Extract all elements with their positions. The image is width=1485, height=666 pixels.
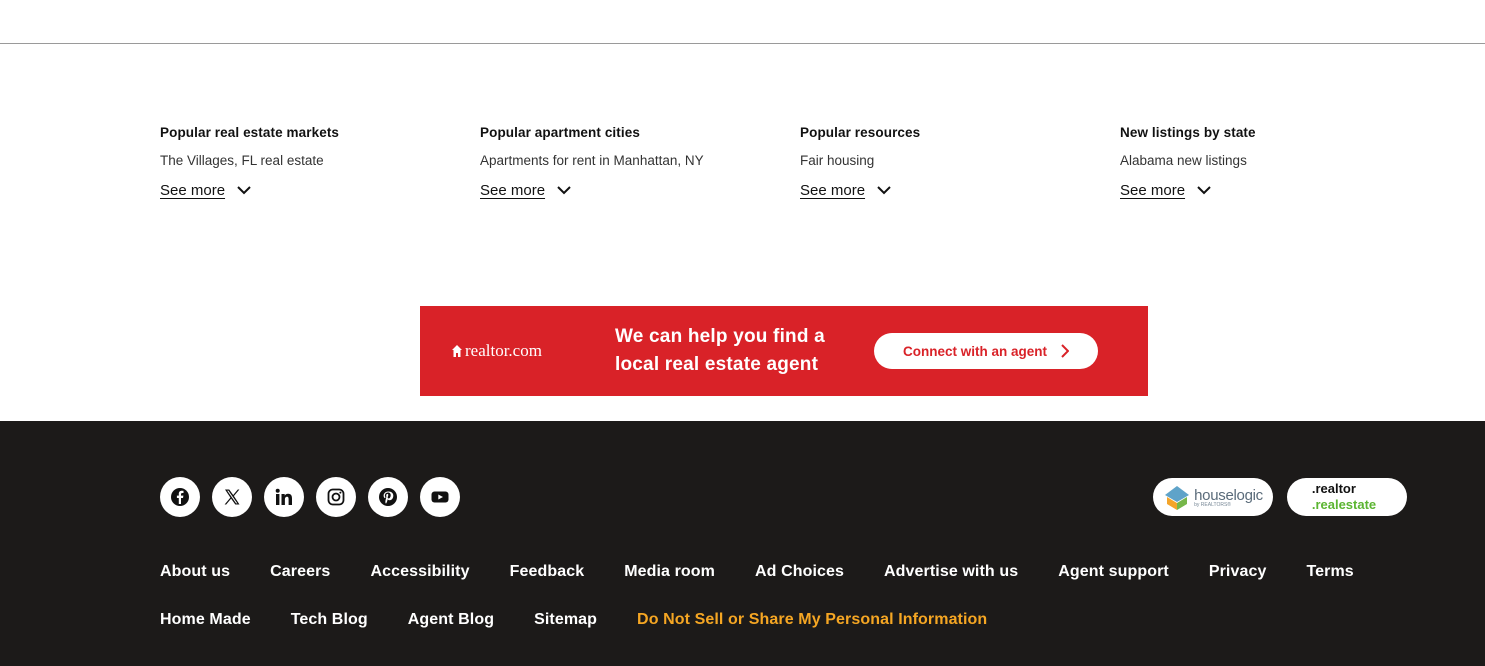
footer-link-careers[interactable]: Careers — [270, 563, 330, 581]
column-link[interactable]: Fair housing — [800, 152, 1120, 170]
house-icon — [452, 345, 462, 357]
footer-link-agent-blog[interactable]: Agent Blog — [408, 611, 494, 629]
pinterest-link[interactable] — [368, 477, 408, 517]
youtube-link[interactable] — [420, 477, 460, 517]
see-more-button[interactable]: See more — [1120, 179, 1440, 201]
footer-link-agent-support[interactable]: Agent support — [1058, 563, 1169, 581]
footer-link-ad-choices[interactable]: Ad Choices — [755, 563, 844, 581]
brand-name: realtor.com — [465, 341, 542, 360]
realtor-realestate-logo: .realtor .realestate — [1312, 481, 1376, 513]
see-more-label: See more — [800, 181, 866, 199]
social-links — [160, 477, 460, 517]
footer-link-accessibility[interactable]: Accessibility — [370, 563, 469, 581]
footer-link-terms[interactable]: Terms — [1306, 563, 1353, 581]
see-more-label: See more — [480, 181, 546, 199]
connect-agent-label: Connect with an agent — [902, 343, 1047, 359]
site-footer: houselogic by REALTORS® .realtor .reales… — [0, 421, 1485, 666]
banner-message-line2: local real estate agent — [615, 354, 819, 375]
footer-link-media-room[interactable]: Media room — [624, 563, 715, 581]
pinterest-icon — [379, 488, 397, 506]
chevron-right-icon — [1061, 344, 1069, 358]
popular-links-section: Popular real estate markets The Villages… — [160, 124, 1440, 214]
facebook-link[interactable] — [160, 477, 200, 517]
chevron-down-icon — [877, 185, 891, 194]
footer-link-feedback[interactable]: Feedback — [510, 563, 585, 581]
connect-agent-button[interactable]: Connect with an agent — [874, 333, 1098, 369]
footer-links-row-2: Home Made Tech Blog Agent Blog Sitemap D… — [160, 611, 1027, 629]
houselogic-wordmark: houselogic — [1194, 486, 1263, 504]
footer-link-do-not-sell[interactable]: Do Not Sell or Share My Personal Informa… — [637, 611, 987, 629]
instagram-icon — [327, 488, 345, 506]
partner-logos: houselogic by REALTORS® .realtor .reales… — [1153, 478, 1407, 516]
linkedin-link[interactable] — [264, 477, 304, 517]
realestate-wordmark: .realestate — [1311, 497, 1377, 512]
top-divider — [0, 43, 1485, 44]
x-icon — [224, 489, 240, 505]
banner-message-line1: We can help you find a — [615, 326, 825, 347]
instagram-link[interactable] — [316, 477, 356, 517]
column-link[interactable]: Apartments for rent in Manhattan, NY — [480, 152, 800, 170]
footer-link-about-us[interactable]: About us — [160, 563, 230, 581]
footer-link-advertise[interactable]: Advertise with us — [884, 563, 1018, 581]
banner-message: We can help you find a local real estate… — [615, 323, 870, 379]
chevron-down-icon — [557, 185, 571, 194]
houselogic-logo-icon — [1165, 486, 1190, 510]
column-markets: Popular real estate markets The Villages… — [160, 124, 480, 214]
see-more-label: See more — [160, 181, 226, 199]
see-more-button[interactable]: See more — [160, 179, 480, 201]
realtor-realestate-link[interactable]: .realtor .realestate — [1287, 478, 1407, 516]
linkedin-icon — [275, 488, 292, 505]
column-title: Popular real estate markets — [160, 125, 340, 140]
column-resources: Popular resources Fair housing See more — [800, 124, 1120, 214]
footer-link-tech-blog[interactable]: Tech Blog — [291, 611, 368, 629]
see-more-button[interactable]: See more — [480, 179, 800, 201]
agent-banner: realtor.com We can help you find a local… — [420, 306, 1148, 396]
column-new-listings: New listings by state Alabama new listin… — [1120, 124, 1440, 214]
realtor-wordmark: .realtor — [1311, 481, 1356, 496]
footer-link-privacy[interactable]: Privacy — [1209, 563, 1267, 581]
column-link[interactable]: Alabama new listings — [1120, 152, 1440, 170]
houselogic-link[interactable]: houselogic by REALTORS® — [1153, 478, 1273, 516]
footer-links-row-1: About us Careers Accessibility Feedback … — [160, 563, 1394, 581]
column-title: Popular apartment cities — [480, 125, 640, 140]
youtube-icon — [431, 491, 449, 503]
realtor-logo[interactable]: realtor.com — [452, 341, 582, 361]
see-more-button[interactable]: See more — [800, 179, 1120, 201]
column-title: New listings by state — [1120, 125, 1256, 140]
facebook-icon — [171, 488, 189, 506]
column-apartments: Popular apartment cities Apartments for … — [480, 124, 800, 214]
column-title: Popular resources — [800, 125, 921, 140]
chevron-down-icon — [1197, 185, 1211, 194]
x-link[interactable] — [212, 477, 252, 517]
column-link[interactable]: The Villages, FL real estate — [160, 152, 480, 170]
footer-link-sitemap[interactable]: Sitemap — [534, 611, 597, 629]
chevron-down-icon — [237, 185, 251, 194]
footer-link-home-made[interactable]: Home Made — [160, 611, 251, 629]
see-more-label: See more — [1120, 181, 1186, 199]
